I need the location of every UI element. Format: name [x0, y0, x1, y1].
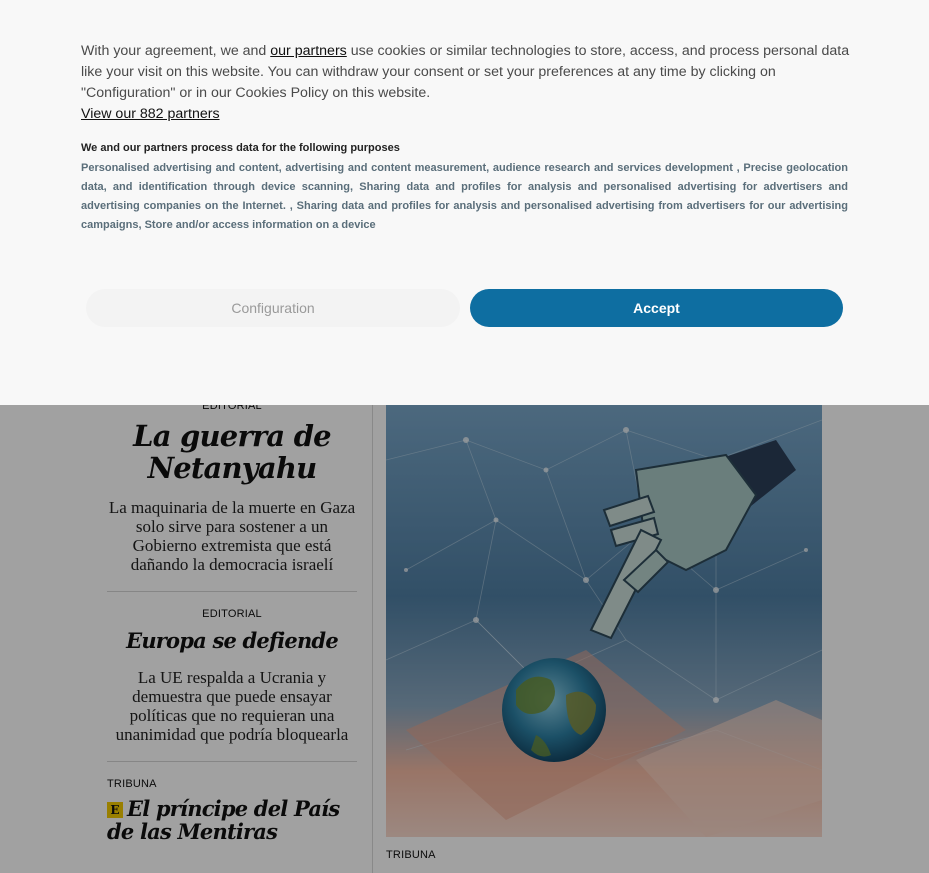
purposes-title: We and our partners process data for the… — [81, 142, 400, 154]
accept-button[interactable]: Accept — [470, 289, 843, 327]
configuration-button[interactable]: Configuration — [86, 289, 460, 327]
purposes-text: Personalised advertising and content, ad… — [81, 162, 848, 231]
our-partners-link[interactable]: our partners — [270, 43, 347, 59]
cookie-consent-banner: With your agreement, we and our partners… — [0, 0, 929, 405]
view-partners-link[interactable]: View our 882 partners — [81, 104, 220, 125]
consent-intro-text: With your agreement, we and our partners… — [81, 43, 850, 101]
